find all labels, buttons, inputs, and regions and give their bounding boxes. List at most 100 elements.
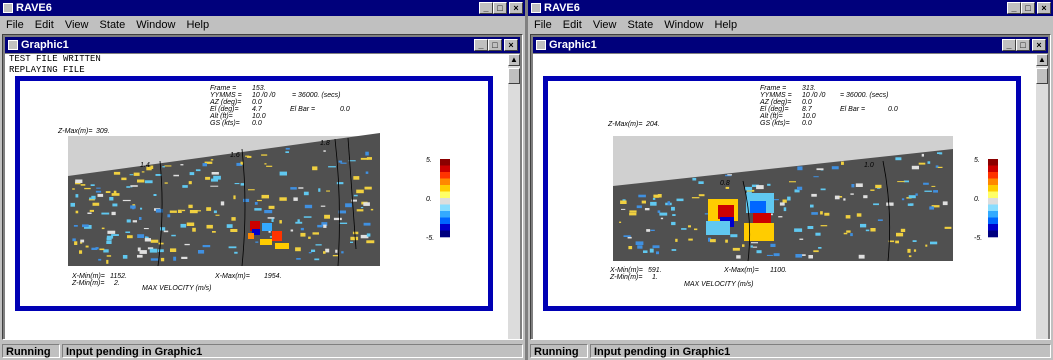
menu-file[interactable]: File bbox=[534, 19, 552, 31]
child-system-icon[interactable] bbox=[536, 40, 546, 50]
velocity-speckle bbox=[643, 250, 648, 253]
status-bar: Running Input pending in Graphic1 bbox=[528, 342, 1053, 360]
child-close-button[interactable]: × bbox=[1032, 39, 1046, 51]
velocity-speckle bbox=[234, 183, 240, 185]
child-minimize-button[interactable]: _ bbox=[474, 39, 488, 51]
scroll-up-icon[interactable]: ▲ bbox=[508, 54, 520, 66]
velocity-speckle bbox=[247, 155, 252, 158]
velocity-speckle bbox=[266, 165, 273, 167]
maximize-button[interactable]: □ bbox=[493, 2, 507, 14]
velocity-speckle bbox=[353, 176, 360, 180]
colorbar-segment bbox=[988, 217, 998, 225]
velocity-speckle bbox=[127, 235, 133, 239]
velocity-speckle bbox=[364, 186, 372, 190]
colorbar-segment bbox=[988, 211, 998, 218]
scroll-up-icon[interactable]: ▲ bbox=[1036, 54, 1048, 66]
menu-edit[interactable]: Edit bbox=[563, 19, 582, 31]
app-system-icon[interactable] bbox=[531, 3, 541, 13]
colorbar-tick: -5. bbox=[426, 235, 434, 242]
rave-window-left: RAVE6 _ □ × File Edit View State Window … bbox=[0, 0, 525, 360]
app-title-bar[interactable]: RAVE6 _ □ × bbox=[0, 0, 525, 16]
menu-help[interactable]: Help bbox=[714, 19, 737, 31]
menu-bar: File Edit View State Window Help bbox=[0, 17, 525, 33]
velocity-speckle bbox=[627, 236, 632, 239]
child-minimize-button[interactable]: _ bbox=[1002, 39, 1016, 51]
menu-help[interactable]: Help bbox=[186, 19, 209, 31]
colorbar-segment bbox=[440, 172, 450, 179]
velocity-speckle bbox=[290, 229, 294, 232]
velocity-speckle bbox=[925, 244, 928, 247]
velocity-speckle bbox=[72, 188, 75, 190]
velocity-speckle bbox=[770, 243, 776, 247]
app-title-bar[interactable]: RAVE6 _ □ × bbox=[528, 0, 1053, 16]
minimize-button[interactable]: _ bbox=[479, 2, 493, 14]
velocity-speckle bbox=[698, 181, 704, 184]
velocity-speckle bbox=[257, 199, 262, 202]
velocity-speckle bbox=[121, 177, 127, 181]
velocity-speckle bbox=[870, 189, 875, 191]
colorbar-segment bbox=[988, 165, 998, 173]
scroll-thumb[interactable] bbox=[1036, 68, 1048, 84]
velocity-speckle bbox=[210, 185, 219, 187]
velocity-speckle bbox=[811, 193, 817, 197]
velocity-speckle bbox=[365, 171, 369, 174]
velocity-speckle bbox=[173, 256, 177, 261]
velocity-speckle bbox=[787, 196, 791, 201]
graphic-window-title: Graphic1 bbox=[21, 39, 69, 51]
menu-state[interactable]: State bbox=[628, 19, 654, 31]
velocity-speckle bbox=[927, 161, 931, 164]
console-line: REPLAYING FILE bbox=[9, 65, 85, 75]
velocity-speckle bbox=[886, 202, 894, 206]
vertical-scrollbar[interactable]: ▲ bbox=[508, 54, 520, 339]
menu-window[interactable]: Window bbox=[136, 19, 175, 31]
xmin-value: 1152. bbox=[110, 273, 127, 280]
colorbar-tick: -5. bbox=[974, 235, 982, 242]
velocity-speckle bbox=[92, 202, 100, 206]
velocity-speckle bbox=[937, 152, 941, 154]
velocity-speckle bbox=[137, 234, 145, 238]
menu-file[interactable]: File bbox=[6, 19, 24, 31]
contour-label: 1.4 bbox=[140, 162, 150, 169]
velocity-speckle bbox=[97, 193, 104, 197]
velocity-speckle bbox=[293, 197, 298, 201]
graphic-window-title-bar[interactable]: Graphic1 _ □ × bbox=[533, 37, 1048, 53]
child-maximize-button[interactable]: □ bbox=[1016, 39, 1030, 51]
velocity-speckle bbox=[681, 228, 687, 230]
child-close-button[interactable]: × bbox=[504, 39, 518, 51]
colorbar-segment bbox=[440, 185, 450, 192]
velocity-speckle bbox=[656, 251, 659, 255]
menu-view[interactable]: View bbox=[593, 19, 617, 31]
velocity-speckle bbox=[813, 176, 819, 178]
velocity-speckle bbox=[137, 254, 143, 258]
velocity-speckle bbox=[139, 250, 147, 254]
zmin-value: 1. bbox=[652, 274, 658, 281]
menu-view[interactable]: View bbox=[65, 19, 89, 31]
maximize-button[interactable]: □ bbox=[1021, 2, 1035, 14]
velocity-speckle bbox=[646, 229, 651, 232]
child-system-icon[interactable] bbox=[8, 40, 18, 50]
velocity-speckle bbox=[644, 208, 650, 211]
minimize-button[interactable]: _ bbox=[1007, 2, 1021, 14]
velocity-speckle bbox=[311, 249, 316, 252]
close-button[interactable]: × bbox=[509, 2, 523, 14]
child-maximize-button[interactable]: □ bbox=[488, 39, 502, 51]
menu-window[interactable]: Window bbox=[664, 19, 703, 31]
velocity-speckle bbox=[233, 195, 236, 200]
radar-display-frame: Frame = YYMMS = AZ (deg)= El (deg)= Alt … bbox=[543, 76, 1021, 311]
graphic-window-title-bar[interactable]: Graphic1 _ □ × bbox=[5, 37, 520, 53]
menu-state[interactable]: State bbox=[100, 19, 126, 31]
close-button[interactable]: × bbox=[1037, 2, 1051, 14]
velocity-speckle bbox=[366, 233, 371, 237]
colorbar-segment bbox=[988, 178, 998, 186]
velocity-speckle bbox=[226, 224, 233, 228]
velocity-speckle bbox=[333, 217, 342, 221]
menu-edit[interactable]: Edit bbox=[35, 19, 54, 31]
status-state: Running bbox=[530, 344, 588, 358]
mdi-workspace: Graphic1 _ □ × Frame = YYMMS = AZ (deg)=… bbox=[530, 34, 1051, 340]
velocity-speckle bbox=[296, 258, 301, 260]
vertical-scrollbar[interactable]: ▲ bbox=[1036, 54, 1048, 339]
app-system-icon[interactable] bbox=[3, 3, 13, 13]
scroll-thumb[interactable] bbox=[508, 68, 520, 84]
velocity-speckle bbox=[921, 153, 924, 157]
zmin-label: Z-Min(m)= bbox=[610, 274, 643, 281]
